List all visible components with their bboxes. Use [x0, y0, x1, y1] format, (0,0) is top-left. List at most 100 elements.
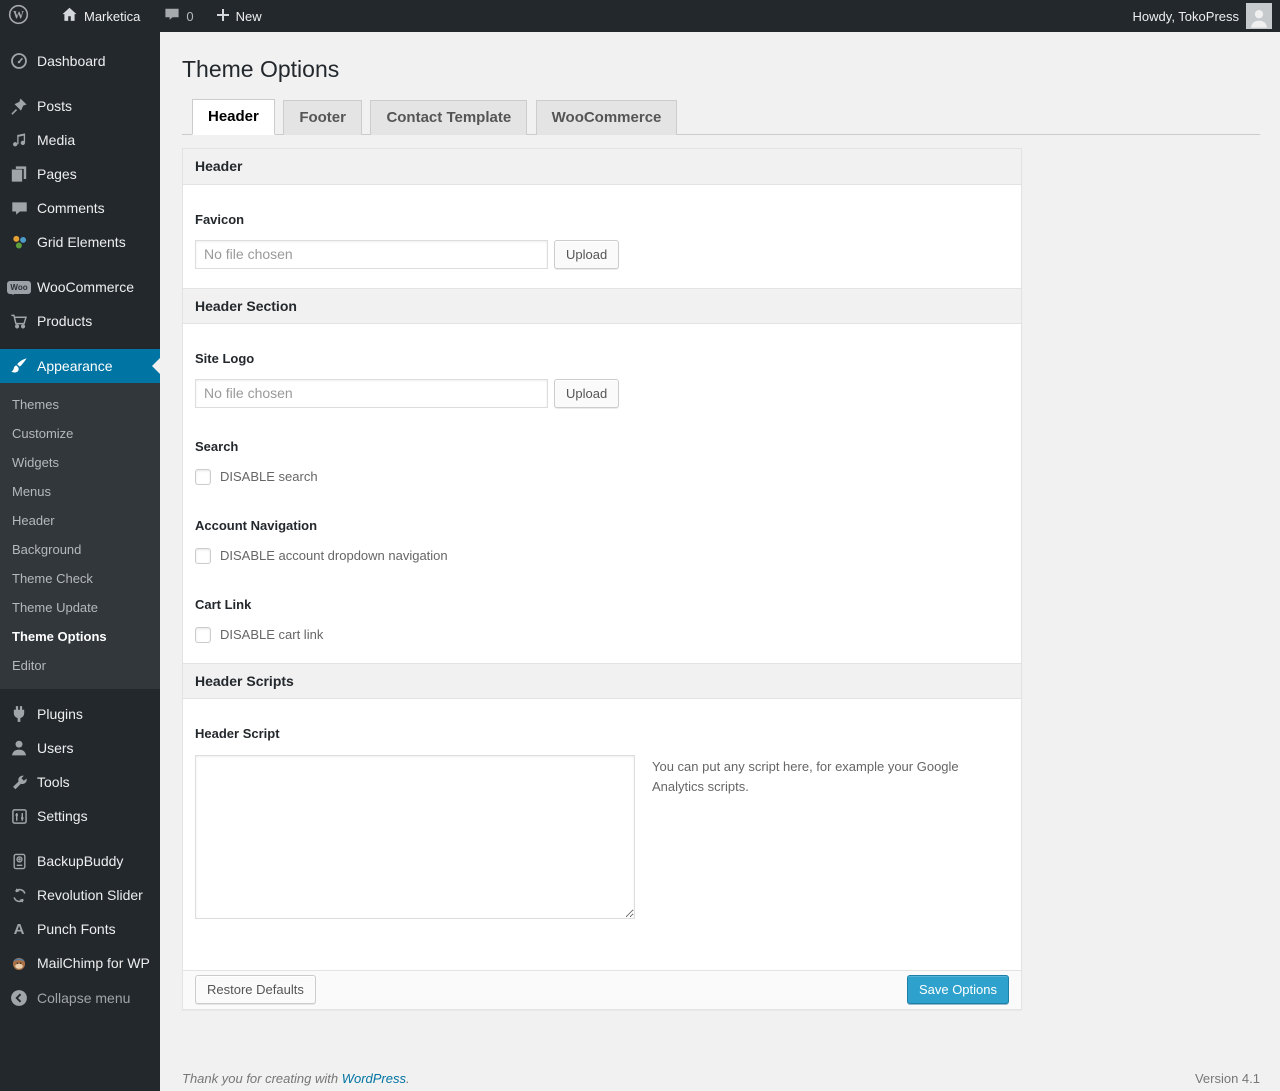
mailchimp-monkey-icon [9, 953, 29, 973]
new-label: New [235, 8, 262, 24]
submenu-item-themes[interactable]: Themes [0, 390, 160, 419]
submenu-item-editor[interactable]: Editor [0, 651, 160, 680]
sidebar-item-plugins[interactable]: Plugins [0, 697, 160, 731]
sidebar-item-label: Collapse menu [37, 990, 131, 1006]
header-options-panel: Header Favicon Upload Header Section Sit… [182, 147, 1022, 1010]
page-title: Theme Options [182, 56, 340, 82]
submenu-item-customize[interactable]: Customize [0, 419, 160, 448]
cart-link-label: Cart Link [195, 596, 252, 612]
tab-footer[interactable]: Footer [283, 99, 362, 135]
submenu-item-theme-options[interactable]: Theme Options [0, 622, 160, 651]
sidebar-item-label: Media [37, 132, 76, 148]
site-logo-file-input[interactable] [195, 378, 548, 408]
sidebar-item-label: WooCommerce [37, 279, 134, 295]
wordpress-link[interactable]: WordPress [342, 1071, 406, 1086]
sidebar-item-users[interactable]: Users [0, 731, 160, 765]
restore-defaults-button[interactable]: Restore Defaults [195, 975, 316, 1005]
disable-account-nav-text: DISABLE account dropdown navigation [220, 548, 448, 564]
disable-search-text: DISABLE search [220, 469, 318, 485]
panel-footer: Restore Defaults Save Options [183, 969, 1021, 1009]
sidebar-item-label: MailChimp for WP [37, 955, 150, 971]
admin-sidebar: Dashboard Posts Media Pages Comments Gri… [0, 32, 160, 1091]
site-link[interactable]: Marketica [53, 0, 148, 32]
cart-icon [9, 311, 29, 331]
sidebar-item-backupbuddy[interactable]: BackupBuddy [0, 844, 160, 878]
account-navigation-label: Account Navigation [195, 517, 318, 533]
site-logo-label: Site Logo [195, 350, 255, 366]
header-script-textarea[interactable] [195, 754, 635, 919]
wrench-icon [9, 772, 29, 792]
theme-options-tabs: Header Footer Contact Template WooCommer… [182, 98, 1260, 135]
sidebar-item-settings[interactable]: Settings [0, 799, 160, 833]
submenu-item-widgets[interactable]: Widgets [0, 448, 160, 477]
sidebar-item-pages[interactable]: Pages [0, 157, 160, 191]
admin-bar: W Marketica 0 New Howdy, TokoPress [0, 0, 1280, 32]
users-icon [9, 738, 29, 758]
pages-icon [9, 164, 29, 184]
plus-icon [216, 8, 230, 25]
favicon-label: Favicon [195, 211, 245, 227]
disable-cart-link-text: DISABLE cart link [220, 627, 324, 643]
submenu-item-background[interactable]: Background [0, 535, 160, 564]
thanks-suffix: . [406, 1070, 410, 1086]
sidebar-item-woocommerce[interactable]: Woo WooCommerce [0, 270, 160, 304]
submenu-item-menus[interactable]: Menus [0, 477, 160, 506]
settings-icon [9, 806, 29, 826]
admin-footer: Thank you for creating with WordPress. V… [182, 1071, 1260, 1086]
disable-search-checkbox[interactable] [195, 468, 211, 485]
tab-contact-template[interactable]: Contact Template [370, 99, 528, 135]
submenu-item-theme-update[interactable]: Theme Update [0, 593, 160, 622]
comments-shortcut[interactable]: 0 [156, 0, 201, 32]
collapse-arrow-icon [9, 988, 29, 1008]
appearance-brush-icon [9, 356, 29, 376]
sidebar-item-tools[interactable]: Tools [0, 765, 160, 799]
sidebar-item-label: Posts [37, 98, 73, 114]
woocommerce-badge-icon: Woo [7, 277, 31, 297]
sidebar-item-revolution-slider[interactable]: Revolution Slider [0, 878, 160, 912]
sidebar-item-grid-elements[interactable]: Grid Elements [0, 225, 160, 259]
thanks-prefix: Thank you for creating with [182, 1070, 342, 1086]
collapse-menu-button[interactable]: Collapse menu [0, 981, 160, 1015]
user-avatar[interactable] [1246, 3, 1272, 29]
version-text: Version 4.1 [1194, 1070, 1260, 1086]
sidebar-item-appearance[interactable]: Appearance [0, 349, 160, 383]
wordpress-logo-menu[interactable]: W [0, 0, 37, 32]
sidebar-item-label: Comments [37, 200, 105, 216]
disable-account-nav-checkbox[interactable] [195, 547, 211, 564]
letter-a-icon: A [9, 919, 29, 939]
tab-header[interactable]: Header [192, 98, 275, 135]
header-section-bar: Header Section [183, 287, 1021, 324]
howdy-account-link[interactable]: Howdy, TokoPress [1133, 9, 1239, 24]
sidebar-item-label: Dashboard [37, 53, 106, 69]
submenu-item-theme-check[interactable]: Theme Check [0, 564, 160, 593]
sidebar-item-mailchimp[interactable]: MailChimp for WP [0, 946, 160, 980]
sidebar-item-posts[interactable]: Posts [0, 89, 160, 123]
site-logo-upload-button[interactable]: Upload [554, 378, 620, 408]
disable-cart-link-checkbox[interactable] [195, 626, 211, 643]
sidebar-item-label: Users [37, 740, 74, 756]
favicon-upload-button[interactable]: Upload [554, 239, 620, 269]
woo-badge-text: Woo [7, 280, 31, 295]
sidebar-item-products[interactable]: Products [0, 304, 160, 338]
wordpress-logo-icon: W [8, 4, 29, 28]
submenu-item-header[interactable]: Header [0, 506, 160, 535]
sidebar-item-label: Settings [37, 808, 88, 824]
footer-thanks-text: Thank you for creating with WordPress. [182, 1071, 410, 1086]
new-content-menu[interactable]: New [208, 0, 270, 32]
sidebar-item-label: Punch Fonts [37, 921, 116, 937]
sidebar-item-media[interactable]: Media [0, 123, 160, 157]
sidebar-item-label: Pages [37, 166, 77, 182]
header-script-label: Header Script [195, 725, 280, 741]
save-options-button[interactable]: Save Options [906, 975, 1009, 1005]
refresh-icon [9, 885, 29, 905]
grid-elements-icon [9, 232, 29, 252]
sidebar-item-punch-fonts[interactable]: A Punch Fonts [0, 912, 160, 946]
favicon-file-input[interactable] [195, 239, 548, 269]
sidebar-item-dashboard[interactable]: Dashboard [0, 44, 160, 78]
svg-text:W: W [13, 10, 24, 22]
plugin-icon [9, 704, 29, 724]
sidebar-item-comments[interactable]: Comments [0, 191, 160, 225]
tab-woocommerce[interactable]: WooCommerce [535, 99, 678, 135]
header-script-help-text: You can put any script here, for example… [652, 758, 959, 795]
comments-icon [9, 198, 29, 218]
